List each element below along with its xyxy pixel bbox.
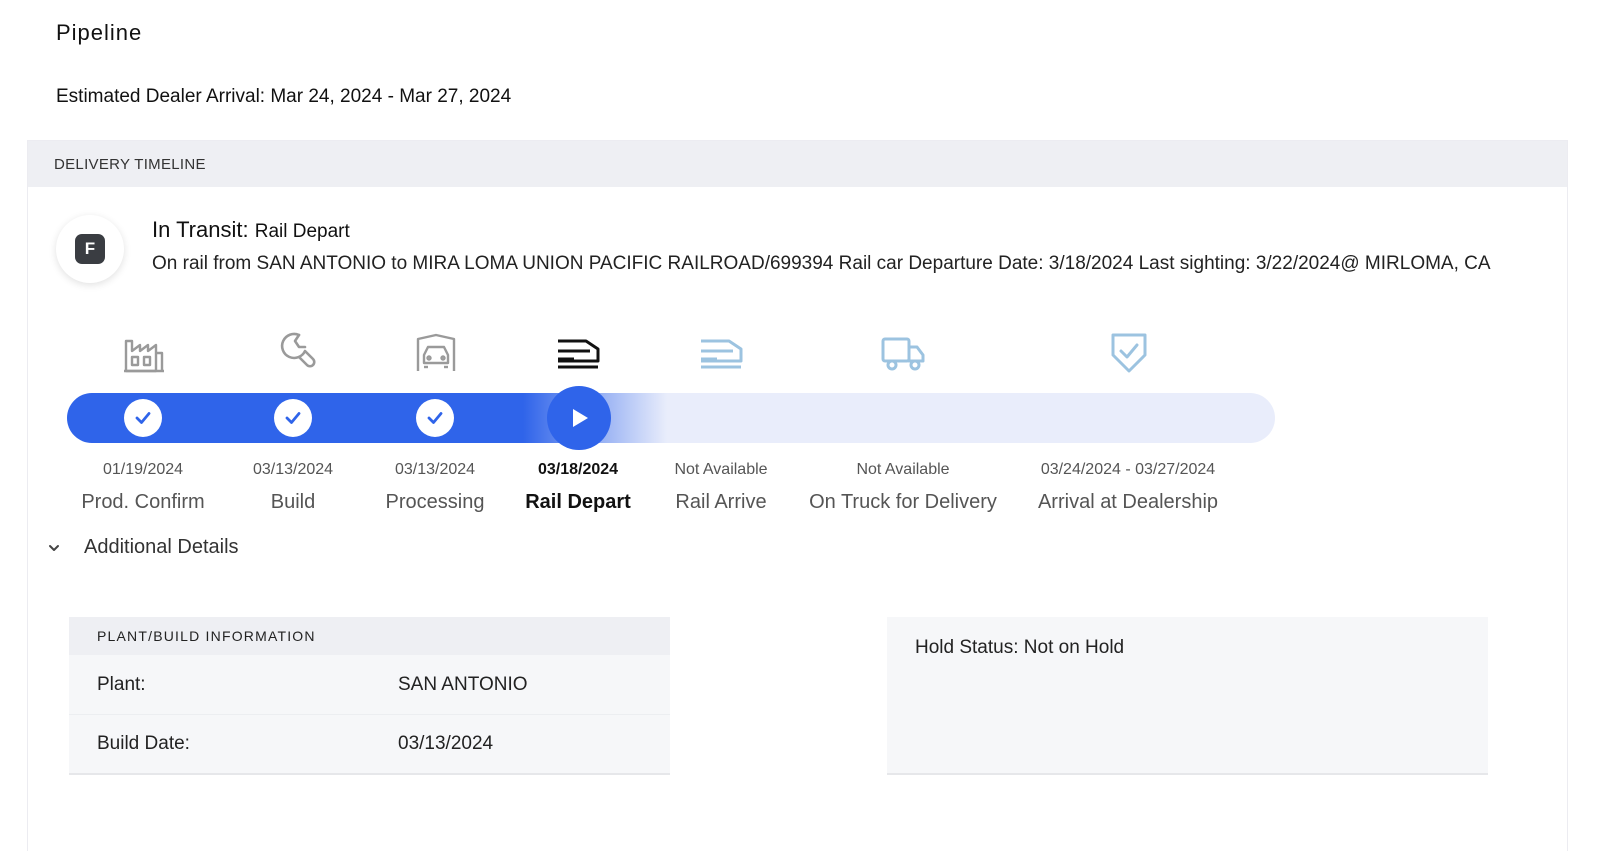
stage-date: 03/13/2024 <box>252 461 334 478</box>
plant-build-card: PLANT/BUILD INFORMATION Plant: SAN ANTON… <box>69 617 670 775</box>
status-title: In Transit: Rail Depart <box>152 217 1512 243</box>
stage-date: 03/13/2024 <box>394 461 476 478</box>
chevron-down-icon <box>49 544 59 551</box>
status-block: In Transit: Rail Depart On rail from SAN… <box>152 217 1512 278</box>
status-stage: Rail Depart <box>254 221 350 242</box>
stage-label-arrival: Arrival at Dealership <box>1037 491 1219 513</box>
factory-icon <box>124 339 164 373</box>
stage-date-current: 03/18/2024 <box>537 461 619 478</box>
stage-complete-check <box>274 399 312 437</box>
stage-label-processing: Processing <box>385 491 485 513</box>
car-processing-icon <box>416 333 456 371</box>
delivery-timeline-header: DELIVERY TIMELINE <box>28 141 1567 187</box>
stage-complete-check <box>124 399 162 437</box>
shield-check-icon <box>1111 333 1147 373</box>
stage-label-rail-depart: Rail Depart <box>525 491 631 513</box>
page-title: Pipeline <box>56 20 143 45</box>
play-icon <box>573 409 588 427</box>
plant-key: Plant: <box>97 673 146 695</box>
build-date-key: Build Date: <box>97 733 190 754</box>
checkmark-icon <box>285 412 301 424</box>
delivery-timeline-panel: DELIVERY TIMELINE F In Transit: Rail Dep… <box>27 140 1568 851</box>
table-row: Build Date: 03/13/2024 <box>69 714 670 773</box>
stage-date: Not Available <box>674 461 768 478</box>
stage-label-prod-confirm: Prod. Confirm <box>81 491 205 513</box>
hold-status-card: Hold Status: Not on Hold <box>887 617 1488 775</box>
checkmark-icon <box>427 412 443 424</box>
checkmark-icon <box>135 412 151 424</box>
build-date-value: 03/13/2024 <box>398 733 494 754</box>
status-description: On rail from SAN ANTONIO to MIRA LOMA UN… <box>152 253 1491 274</box>
plant-build-header: PLANT/BUILD INFORMATION <box>69 617 670 655</box>
stage-label-rail-arrive: Rail Arrive <box>675 491 767 513</box>
stage-current-marker <box>547 386 611 450</box>
additional-details-toggle[interactable]: Additional Details <box>46 536 239 559</box>
progress-track <box>67 393 1275 443</box>
train-depart-icon <box>558 339 600 369</box>
estimated-arrival: Estimated Dealer Arrival: Mar 24, 2024 -… <box>56 86 512 107</box>
status-badge: F <box>75 234 105 264</box>
train-arrive-icon <box>701 339 743 369</box>
stage-complete-check <box>416 399 454 437</box>
stage-date: 03/24/2024 - 03/27/2024 <box>1040 461 1216 478</box>
table-row: Plant: SAN ANTONIO <box>69 655 670 714</box>
additional-details-label: Additional Details <box>84 536 239 558</box>
stage-label-build: Build <box>270 491 316 513</box>
stage-date: Not Available <box>856 461 950 478</box>
wrench-icon <box>280 332 316 368</box>
hold-status: Hold Status: Not on Hold <box>915 637 1125 658</box>
status-prefix: In Transit: <box>152 217 249 242</box>
truck-icon <box>881 337 925 371</box>
stage-date: 01/19/2024 <box>102 461 184 478</box>
plant-value: SAN ANTONIO <box>398 673 528 695</box>
stage-label-on-truck: On Truck for Delivery <box>809 491 997 513</box>
status-avatar: F <box>56 215 124 283</box>
